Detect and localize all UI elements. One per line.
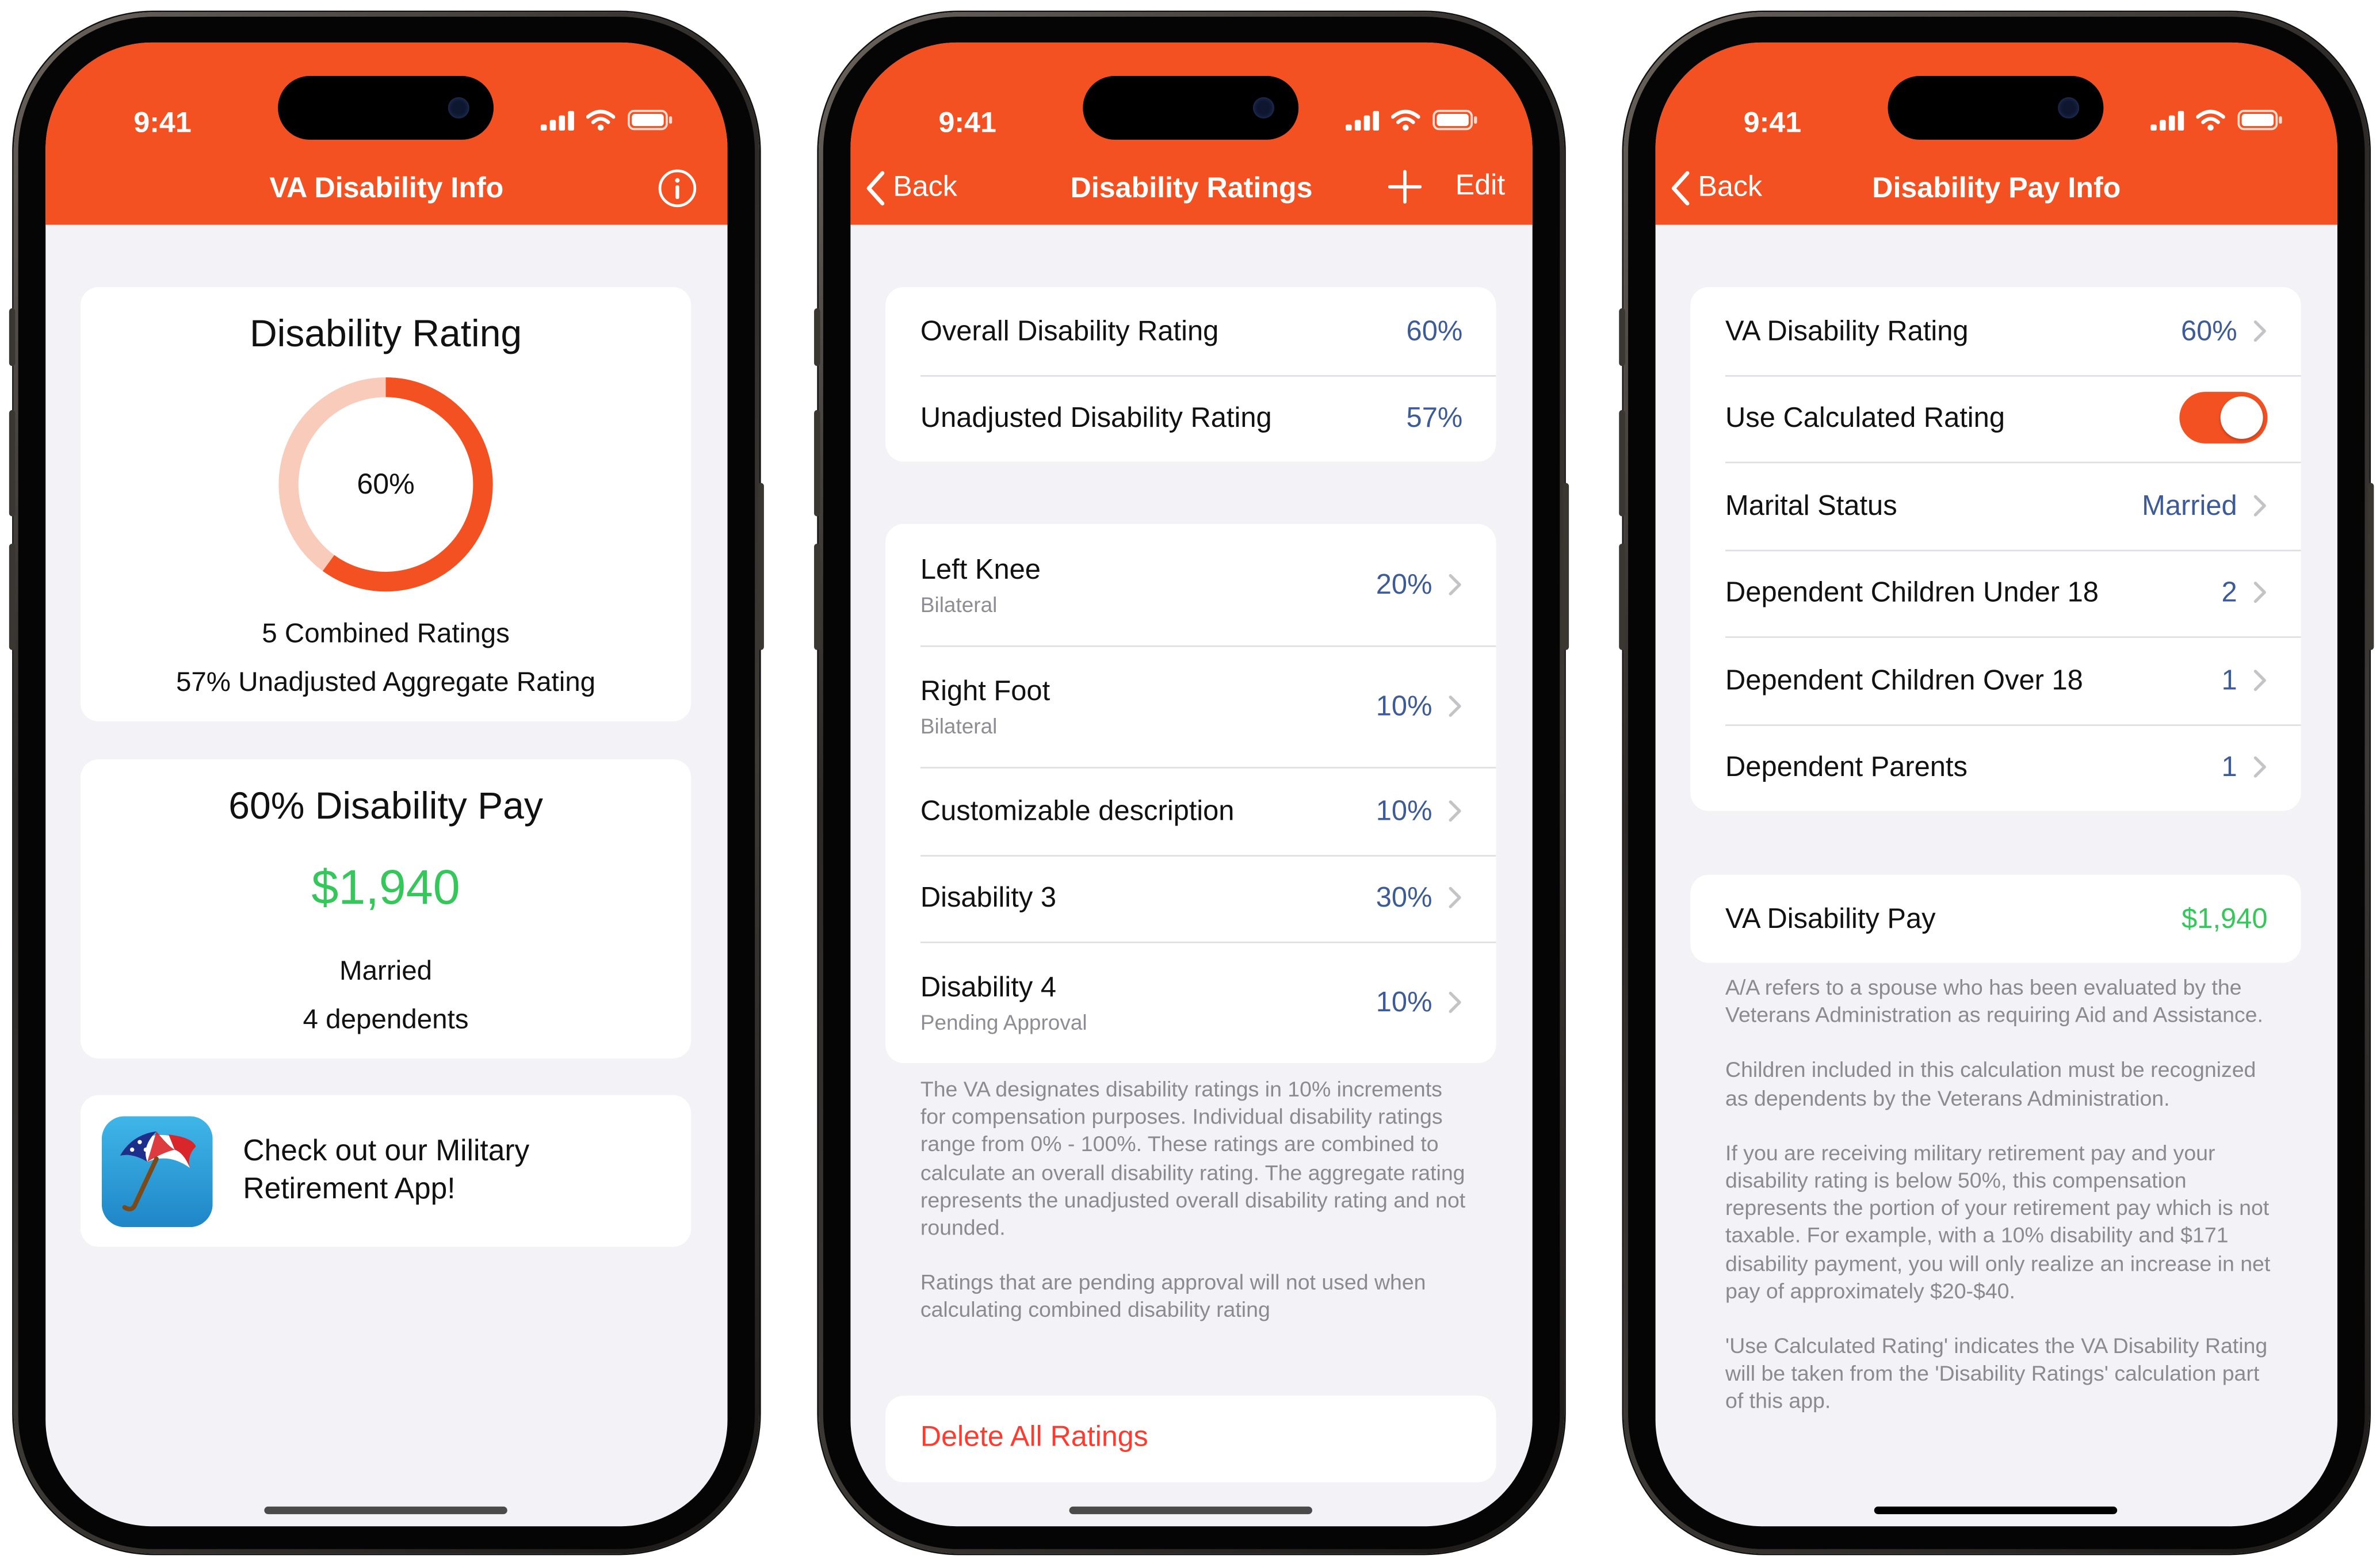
chevron-right-icon xyxy=(2253,669,2266,691)
rating-row-customizable[interactable]: Customizable description 10% xyxy=(885,767,1496,854)
phone-frame-1: 9:41 VA Disability Info Disability Ratin… xyxy=(9,12,764,1554)
status-icons xyxy=(2150,109,2283,131)
promo-card[interactable]: Check out our Military Retirement App! xyxy=(80,1095,692,1247)
rating-row-disability-4[interactable]: Disability 4 Pending Approval 10% xyxy=(885,941,1496,1063)
use-calculated-rating-toggle[interactable] xyxy=(2179,392,2268,444)
nav-title: Disability Pay Info xyxy=(1872,173,2121,205)
rating-row-left-knee[interactable]: Left Knee Bilateral 20% xyxy=(885,524,1496,645)
cellular-signal-icon xyxy=(1346,110,1380,130)
status-icons xyxy=(1346,109,1478,131)
summary-row-unadjusted: Unadjusted Disability Rating 57% xyxy=(885,374,1496,462)
screen-disability-ratings: 9:41 Back Disability Ratings Edit Overal… xyxy=(850,42,1533,1527)
pay-card-title: 60% Disability Pay xyxy=(228,785,543,828)
ratings-list: Left Knee Bilateral 20% Right Foot Bilater… xyxy=(885,523,1496,1064)
status-icons xyxy=(540,109,673,131)
disability-pay-card[interactable]: 60% Disability Pay $1,940 Married 4 depe… xyxy=(80,759,692,1059)
battery-icon xyxy=(2237,109,2282,131)
row-children-under-18[interactable]: Dependent Children Under 18 2 xyxy=(1690,549,2301,636)
aggregate-rating: 57% Unadjusted Aggregate Rating xyxy=(175,666,596,697)
combined-ratings-count: 5 Combined Ratings xyxy=(262,618,510,649)
disability-rating-card[interactable]: Disability Rating 60% 5 Combined Ratings… xyxy=(80,286,692,721)
nav-title: VA Disability Info xyxy=(269,173,504,205)
navigation-bar: 9:41 Back Disability Ratings Edit xyxy=(850,42,1533,225)
delete-all-ratings-button[interactable]: Delete All Ratings xyxy=(885,1396,1496,1482)
chevron-right-icon xyxy=(2253,494,2266,516)
umbrella-app-icon xyxy=(101,1116,213,1228)
summary-row-overall: Overall Disability Rating 60% xyxy=(920,314,1463,346)
wifi-icon xyxy=(586,109,616,131)
row-children-over-18[interactable]: Dependent Children Over 18 1 xyxy=(1690,636,2301,724)
promo-text: Check out our Military Retirement App! xyxy=(243,1134,530,1206)
info-icon[interactable] xyxy=(658,169,697,208)
chevron-right-icon xyxy=(2253,320,2266,342)
rating-row-disability-3[interactable]: Disability 3 30% xyxy=(885,854,1496,942)
row-marital-status[interactable]: Marital Status Married xyxy=(1690,461,2301,549)
rating-row-right-foot[interactable]: Right Foot Bilateral 10% xyxy=(885,645,1496,767)
status-time: 9:41 xyxy=(938,108,996,140)
row-va-disability-rating[interactable]: VA Disability Rating 60% xyxy=(1690,287,2301,374)
chevron-right-icon xyxy=(1449,574,1461,595)
card-title: Disability Rating xyxy=(249,312,522,356)
cellular-signal-icon xyxy=(540,110,574,130)
cellular-signal-icon xyxy=(2150,110,2184,130)
navigation-bar: 9:41 VA Disability Info xyxy=(45,42,728,225)
chevron-right-icon xyxy=(1449,887,1461,909)
pay-result-list: VA Disability Pay $1,940 xyxy=(1690,874,2301,962)
status-time: 9:41 xyxy=(133,108,192,140)
dependents-count: 4 dependents xyxy=(303,1004,469,1034)
marital-status: Married xyxy=(339,955,433,986)
chevron-right-icon xyxy=(1449,991,1461,1013)
ratings-footer-notes: The VA designates disability ratings in … xyxy=(920,1078,1466,1324)
battery-icon xyxy=(1432,109,1477,131)
row-va-disability-pay: VA Disability Pay $1,940 xyxy=(1725,901,2268,934)
wifi-icon xyxy=(1391,109,1420,131)
screen-va-disability-info: 9:41 VA Disability Info Disability Ratin… xyxy=(45,42,728,1527)
row-dependent-parents[interactable]: Dependent Parents 1 xyxy=(1690,723,2301,811)
wifi-icon xyxy=(2196,109,2225,131)
mockup-canvas: 9:41 VA Disability Info Disability Ratin… xyxy=(0,0,2380,1563)
row-use-calculated-rating: Use Calculated Rating xyxy=(1690,374,2301,462)
add-icon[interactable] xyxy=(1388,170,1422,204)
screen-disability-pay-info: 9:41 Back Disability Pay Info VA Disabil… xyxy=(1655,42,2337,1527)
summary-list: Overall Disability Rating 60% Unadjusted… xyxy=(885,286,1496,462)
pay-footer-notes: A/A refers to a spouse who has been eval… xyxy=(1725,976,2271,1415)
delete-label: Delete All Ratings xyxy=(920,1421,1148,1454)
status-time: 9:41 xyxy=(1743,108,1802,140)
chevron-right-icon xyxy=(1449,695,1461,717)
chevron-right-icon xyxy=(2253,582,2266,603)
phone-frame-3: 9:41 Back Disability Pay Info VA Disabil… xyxy=(1619,12,2374,1554)
chevron-right-icon xyxy=(2253,756,2266,778)
pay-amount: $1,940 xyxy=(311,859,460,915)
edit-button[interactable]: Edit xyxy=(1455,170,1505,204)
phone-frame-2: 9:41 Back Disability Ratings Edit Overal… xyxy=(814,12,1569,1554)
rating-percent: 60% xyxy=(357,469,415,502)
pay-settings-list: VA Disability Rating 60% Use Calculated … xyxy=(1690,286,2301,811)
battery-icon xyxy=(628,109,673,131)
navigation-bar: 9:41 Back Disability Pay Info xyxy=(1655,42,2337,225)
chevron-right-icon xyxy=(1449,800,1461,821)
